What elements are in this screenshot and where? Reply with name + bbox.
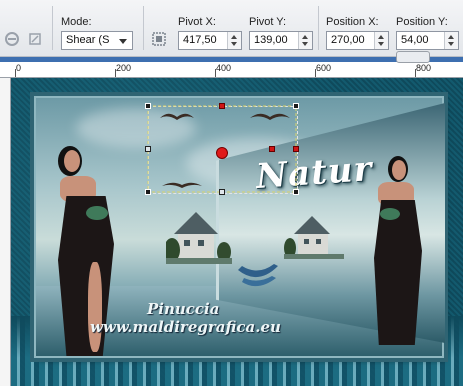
- selection-transform-icon[interactable]: [150, 30, 170, 50]
- pivot-point-handle[interactable]: [216, 147, 228, 159]
- arrow-up-icon: [302, 35, 308, 39]
- pivot-y-label: Pivot Y:: [249, 16, 287, 28]
- ruler-label: 400: [216, 63, 232, 73]
- pivot-y-spinner[interactable]: [298, 32, 312, 49]
- reset-icon[interactable]: [26, 30, 46, 50]
- woman-green-scarf: [86, 206, 108, 220]
- arrow-up-icon: [378, 35, 384, 39]
- separator: [143, 6, 144, 50]
- mode-value: Shear (S: [66, 34, 110, 46]
- transform-handle-bottom-left[interactable]: [145, 189, 151, 195]
- separator: [52, 6, 53, 50]
- mode-dropdown[interactable]: Shear (S: [61, 31, 133, 50]
- pivot-x-value: 417,50: [183, 34, 217, 46]
- vertical-ruler[interactable]: [0, 78, 11, 386]
- pivot-y-value: 139,00: [254, 34, 288, 46]
- position-x-input[interactable]: 270,00: [326, 31, 389, 50]
- woman-leg: [88, 262, 102, 352]
- separator: [318, 6, 319, 50]
- woman-dress: [374, 200, 422, 345]
- watermark-author: Pinuccia: [147, 300, 220, 318]
- woman-face: [64, 150, 80, 172]
- position-y-label: Position Y:: [396, 16, 448, 28]
- ruler-tab-handle[interactable]: [396, 51, 430, 63]
- island-house: [164, 206, 232, 269]
- pivot-x-label: Pivot X:: [178, 16, 216, 28]
- tool-options-bar: Mode: Shear (S Pivot X: 417,50 Pivot Y: …: [0, 0, 463, 57]
- position-x-label: Position X:: [326, 16, 379, 28]
- transform-handle-shear[interactable]: [269, 146, 275, 152]
- chevron-down-icon: [119, 39, 127, 44]
- mode-label: Mode:: [61, 16, 92, 28]
- pivot-x-input[interactable]: 417,50: [178, 31, 242, 50]
- horizontal-ruler[interactable]: 0 200 400 600 800: [0, 51, 463, 78]
- tool-preset-icon[interactable]: [3, 30, 23, 50]
- woman-face: [392, 160, 406, 180]
- position-y-spinner[interactable]: [444, 32, 458, 49]
- transform-handle-bottom-middle[interactable]: [219, 189, 225, 195]
- arrow-up-icon: [231, 35, 237, 39]
- pivot-y-input[interactable]: 139,00: [249, 31, 313, 50]
- woman-green-scarf: [380, 208, 400, 220]
- ruler-accent-bar: [0, 57, 463, 62]
- island-house: [284, 212, 344, 265]
- boat: [236, 256, 282, 293]
- ruler-label: 600: [316, 63, 332, 73]
- transform-handle-top-middle[interactable]: [219, 103, 225, 109]
- transform-handle-middle-left[interactable]: [145, 146, 151, 152]
- transform-handle-middle-right[interactable]: [293, 146, 299, 152]
- transform-handle-bottom-right[interactable]: [293, 189, 299, 195]
- arrow-down-icon: [448, 42, 454, 46]
- arrow-down-icon: [302, 42, 308, 46]
- ruler-label: 800: [416, 63, 432, 73]
- transform-handle-top-left[interactable]: [145, 103, 151, 109]
- position-y-value: 54,00: [401, 34, 429, 46]
- position-x-spinner[interactable]: [374, 32, 388, 49]
- arrow-down-icon: [378, 42, 384, 46]
- position-x-value: 270,00: [331, 34, 365, 46]
- ruler-label: 0: [16, 63, 22, 73]
- arrow-down-icon: [231, 42, 237, 46]
- position-y-input[interactable]: 54,00: [396, 31, 459, 50]
- arrow-up-icon: [448, 35, 454, 39]
- ruler-label: 200: [116, 63, 132, 73]
- watermark-url: www.maldiregrafica.eu: [90, 318, 281, 336]
- pivot-x-spinner[interactable]: [227, 32, 241, 49]
- transform-handle-top-right[interactable]: [293, 103, 299, 109]
